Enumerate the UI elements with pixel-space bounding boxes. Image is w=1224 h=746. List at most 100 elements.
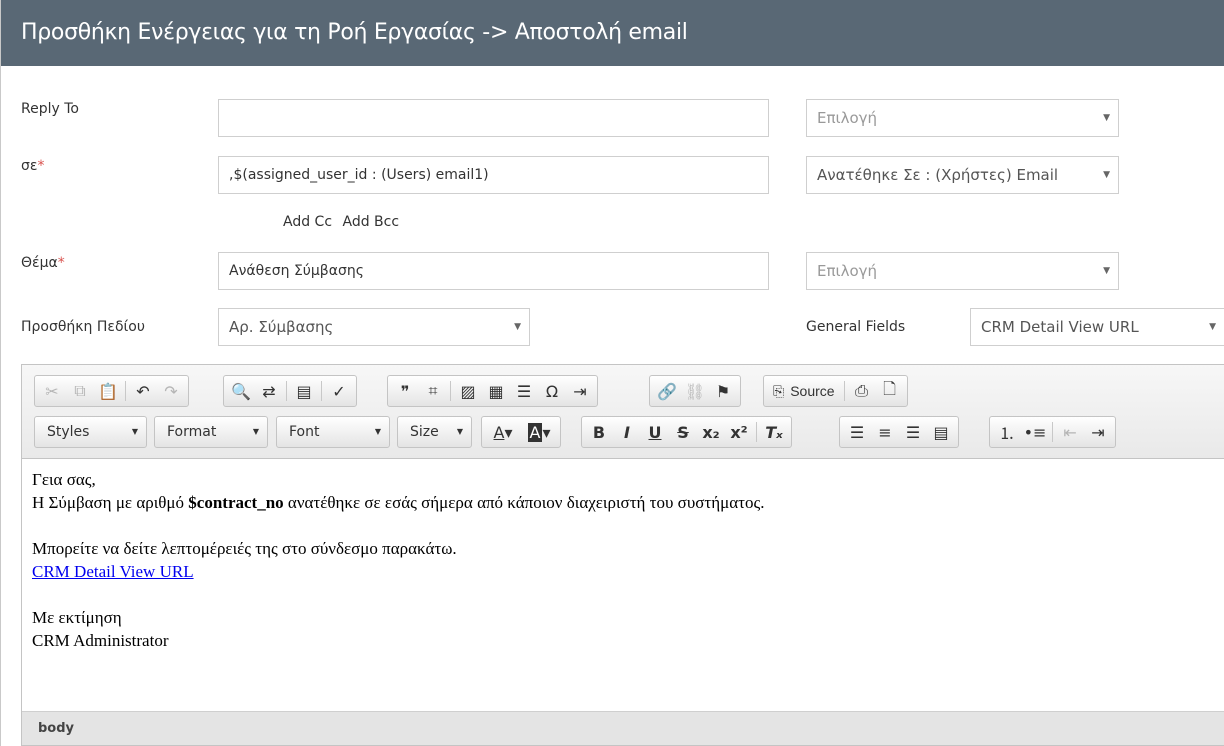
greeting-line: Γεια σας, bbox=[32, 470, 96, 489]
crm-detail-link[interactable]: CRM Detail View URL bbox=[32, 562, 194, 581]
replace-icon[interactable]: ⇄ bbox=[255, 378, 283, 404]
bold-icon[interactable]: B bbox=[585, 419, 613, 445]
table-icon[interactable]: ▦ bbox=[482, 378, 510, 404]
subscript-icon[interactable]: x₂ bbox=[697, 419, 725, 445]
remove-format-icon[interactable]: Tₓ bbox=[760, 419, 788, 445]
image-icon[interactable]: ▨ bbox=[454, 378, 482, 404]
align-justify-icon[interactable]: ▤ bbox=[927, 419, 955, 445]
chevron-down-icon: ▼ bbox=[131, 427, 138, 436]
link-line: CRM Detail View URL bbox=[32, 560, 1214, 583]
reply-to-select[interactable]: Επιλογή ▼ bbox=[806, 99, 1119, 137]
dialog-title: Προσθήκη Ενέργειας για τη Ροή Εργασίας -… bbox=[1, 0, 1224, 66]
copy-icon[interactable]: ⧉ bbox=[66, 378, 94, 404]
link-group: 🔗 ⛓ ⚑ bbox=[649, 375, 741, 407]
link-icon[interactable]: 🔗 bbox=[653, 378, 681, 404]
add-field-select[interactable]: Αρ. Σύμβασης ▼ bbox=[218, 308, 530, 346]
font-combo[interactable]: Font ▼ bbox=[276, 416, 390, 448]
size-combo[interactable]: Size ▼ bbox=[397, 416, 472, 448]
spellcheck-icon[interactable]: ✓ bbox=[325, 378, 353, 404]
indent-icon[interactable]: ⇥ bbox=[1084, 419, 1112, 445]
editor-toolbar: ✂ ⧉ 📋 ↶ ↷ 🔍 ⇄ ▤ ✓ ❞ ⌗ ▨ ▦ ☰ Ω ⇥ 🔗 ⛓ ⚑ ⎘ … bbox=[22, 365, 1224, 459]
size-combo-label: Size bbox=[410, 424, 439, 440]
required-mark: * bbox=[37, 158, 45, 174]
chevron-down-icon: ▼ bbox=[1103, 266, 1110, 276]
subject-select-value: Επιλογή bbox=[817, 262, 878, 280]
underline-icon[interactable]: U bbox=[641, 419, 669, 445]
blockquote-icon[interactable]: ❞ bbox=[391, 378, 419, 404]
align-left-icon[interactable]: ☰ bbox=[843, 419, 871, 445]
numbered-list-icon[interactable]: ⒈ bbox=[993, 419, 1021, 445]
styles-combo[interactable]: Styles ▼ bbox=[34, 416, 147, 448]
reply-to-select-value: Επιλογή bbox=[817, 109, 878, 127]
to-label: σε* bbox=[21, 158, 44, 174]
subject-label-text: Θέμα bbox=[21, 255, 58, 271]
clipboard-group: ✂ ⧉ 📋 ↶ ↷ bbox=[34, 375, 189, 407]
preview-icon[interactable]: 🗋 bbox=[876, 378, 904, 404]
contract-no-variable: $contract_no bbox=[188, 493, 284, 512]
reply-to-input[interactable] bbox=[218, 99, 769, 137]
align-right-icon[interactable]: ☰ bbox=[899, 419, 927, 445]
separator bbox=[1052, 422, 1053, 442]
subject-input[interactable]: Ανάθεση Σύμβασης bbox=[218, 252, 769, 290]
general-fields-select-value: CRM Detail View URL bbox=[981, 318, 1139, 336]
chevron-down-icon: ▼ bbox=[1103, 170, 1110, 180]
chevron-down-icon: ▼ bbox=[1209, 322, 1216, 332]
styles-combo-label: Styles bbox=[47, 424, 90, 440]
anchor-flag-icon[interactable]: ⚑ bbox=[709, 378, 737, 404]
select-all-icon[interactable]: ▤ bbox=[290, 378, 318, 404]
to-input[interactable]: ,$(assigned_user_id : (Users) email1) bbox=[218, 156, 769, 194]
source-button[interactable]: ⎘ Source bbox=[767, 383, 841, 400]
contract-line-suffix: ανατέθηκε σε εσάς σήμερα από κάποιον δια… bbox=[283, 493, 765, 512]
general-fields-select[interactable]: CRM Detail View URL ▼ bbox=[970, 308, 1224, 346]
chevron-down-icon: ▼ bbox=[456, 427, 463, 436]
paste-icon[interactable]: 📋 bbox=[94, 378, 122, 404]
bulleted-list-icon[interactable]: •≡ bbox=[1021, 419, 1049, 445]
find-icon[interactable]: 🔍 bbox=[227, 378, 255, 404]
element-path-bar: body bbox=[22, 711, 1224, 745]
add-cc-link[interactable]: Add Cc bbox=[283, 214, 332, 230]
editor-content[interactable]: Γεια σας, Η Σύμβαση με αριθμό $contract_… bbox=[22, 460, 1224, 710]
separator bbox=[286, 381, 287, 401]
rich-text-editor: ✂ ⧉ 📋 ↶ ↷ 🔍 ⇄ ▤ ✓ ❞ ⌗ ▨ ▦ ☰ Ω ⇥ 🔗 ⛓ ⚑ ⎘ … bbox=[21, 364, 1224, 746]
div-container-icon[interactable]: ⌗ bbox=[419, 378, 447, 404]
to-label-text: σε bbox=[21, 158, 38, 174]
general-fields-label: General Fields bbox=[806, 319, 906, 335]
color-group: A ▾ A ▾ bbox=[481, 416, 561, 448]
to-select[interactable]: Ανατέθηκε Σε : (Χρήστες) Email ▼ bbox=[806, 156, 1119, 194]
superscript-icon[interactable]: x² bbox=[725, 419, 753, 445]
templates-icon[interactable]: ⎙ bbox=[848, 378, 876, 404]
separator bbox=[125, 381, 126, 401]
format-combo[interactable]: Format ▼ bbox=[154, 416, 268, 448]
add-field-select-value: Αρ. Σύμβασης bbox=[229, 318, 334, 336]
strikethrough-icon[interactable]: S bbox=[669, 419, 697, 445]
undo-icon[interactable]: ↶ bbox=[129, 378, 157, 404]
text-color-icon[interactable]: A ▾ bbox=[485, 419, 521, 445]
path-body[interactable]: body bbox=[38, 721, 74, 736]
add-field-label: Προσθήκη Πεδίου bbox=[21, 319, 145, 335]
redo-icon[interactable]: ↷ bbox=[157, 378, 185, 404]
font-combo-label: Font bbox=[289, 424, 320, 440]
closing-line: Με εκτίμηση bbox=[32, 608, 122, 627]
workflow-email-dialog: Προσθήκη Ενέργειας για τη Ροή Εργασίας -… bbox=[0, 0, 1224, 746]
page-break-icon[interactable]: ⇥ bbox=[566, 378, 594, 404]
align-group: ☰ ≡ ☰ ▤ bbox=[839, 416, 959, 448]
horizontal-line-icon[interactable]: ☰ bbox=[510, 378, 538, 404]
contract-line: Η Σύμβαση με αριθμό $contract_no ανατέθη… bbox=[32, 491, 1214, 514]
subject-select[interactable]: Επιλογή ▼ bbox=[806, 252, 1119, 290]
cut-icon[interactable]: ✂ bbox=[38, 378, 66, 404]
list-group: ⒈ •≡ ⇤ ⇥ bbox=[989, 416, 1116, 448]
cc-bcc-links: Add Cc Add Bcc bbox=[283, 214, 405, 230]
separator bbox=[756, 422, 757, 442]
unlink-icon[interactable]: ⛓ bbox=[681, 378, 709, 404]
chevron-down-icon: ▼ bbox=[374, 427, 381, 436]
italic-icon[interactable]: I bbox=[613, 419, 641, 445]
source-icon: ⎘ bbox=[773, 382, 785, 399]
add-bcc-link[interactable]: Add Bcc bbox=[342, 214, 399, 230]
required-mark: * bbox=[57, 255, 65, 271]
background-color-icon[interactable]: A ▾ bbox=[521, 419, 557, 445]
separator bbox=[450, 381, 451, 401]
outdent-icon[interactable]: ⇤ bbox=[1056, 419, 1084, 445]
align-center-icon[interactable]: ≡ bbox=[871, 419, 899, 445]
special-char-icon[interactable]: Ω bbox=[538, 378, 566, 404]
